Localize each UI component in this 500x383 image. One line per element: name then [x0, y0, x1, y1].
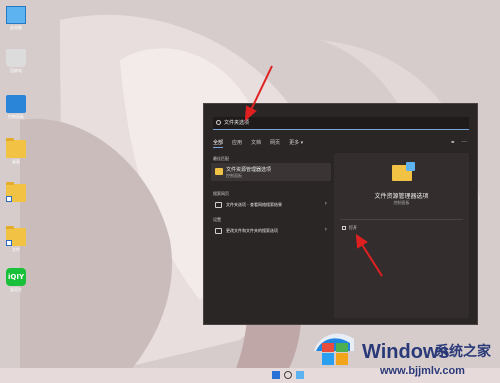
start-icon[interactable]	[272, 371, 280, 379]
watermark: Windows 系统之家 www.bjjmlv.com	[302, 321, 500, 383]
folder-options-icon	[392, 162, 415, 181]
recycle-bin-icon	[6, 49, 26, 67]
tab-all[interactable]: 全部	[213, 138, 224, 148]
iqiyi-icon: iQIY	[6, 268, 26, 286]
watermark-url: www.bjjmlv.com	[380, 365, 465, 377]
best-match-result[interactable]: 文件资源管理器选项 控制面板	[211, 163, 331, 181]
shortcut-arrow-icon	[6, 196, 12, 202]
desktop-icon-recycle-bin[interactable]: 回收站	[2, 49, 30, 73]
search-tabs: 全部 应用 文档 网页 更多 ▾	[213, 138, 303, 148]
desktop-icon-folder[interactable]: 桌面	[2, 138, 30, 164]
desktop-icon-control-panel[interactable]: 控制面板	[2, 95, 30, 119]
desktop-icon-label: 爱奇艺	[10, 287, 22, 292]
search-input[interactable]: 文件夹选项	[213, 117, 469, 130]
best-match-heading: 最佳匹配	[213, 156, 229, 161]
folder-shortcut-icon	[6, 182, 26, 202]
windows-logo-icon	[314, 333, 354, 365]
computer-icon	[6, 6, 26, 24]
desktop-icon-label: 此电脑	[10, 25, 22, 30]
result-title: 文件资源管理器选项	[226, 167, 272, 173]
open-icon	[342, 226, 346, 230]
desktop-icon-label: 桌面	[12, 159, 20, 164]
desktop-icon-label: 文件	[12, 247, 20, 252]
preview-title: 文件资源管理器选项	[374, 193, 429, 200]
chevron-right-icon: ›	[324, 200, 327, 207]
result-title: 更改文件和文件夹的搜索选项	[226, 228, 278, 233]
desktop-icon-folder-shortcut[interactable]	[2, 182, 30, 203]
search-icon	[215, 202, 222, 208]
watermark-cn: 系统之家	[435, 344, 491, 360]
web-search-result[interactable]: 文件夹选项 - 查看网络搜索结果 ›	[211, 199, 331, 211]
settings-result[interactable]: 更改文件和文件夹的搜索选项 ›	[211, 225, 331, 237]
search-tools: ⚭ ···	[450, 138, 467, 148]
desktop-icon-this-pc[interactable]: 此电脑	[2, 6, 30, 30]
open-action[interactable]: 打开	[342, 225, 357, 231]
web-search-heading: 搜索网页	[213, 191, 229, 196]
search-panel: 文件夹选项 全部 应用 文档 网页 更多 ▾ ⚭ ··· 最佳匹配 文件资源管理…	[203, 103, 478, 325]
folder-icon	[215, 168, 223, 175]
open-label: 打开	[349, 225, 357, 230]
settings-heading: 设置	[213, 217, 221, 222]
desktop-icon-label: 回收站	[10, 68, 22, 73]
preview-subtitle: 控制面板	[393, 200, 410, 205]
divider	[340, 219, 463, 220]
more-options-icon[interactable]: ···	[461, 138, 467, 148]
desktop-icon-iqiyi[interactable]: iQIY 爱奇艺	[2, 268, 30, 292]
result-subtitle: 控制面板	[226, 173, 242, 178]
folder-shortcut-icon	[6, 226, 26, 246]
search-icon[interactable]	[284, 371, 292, 379]
folder-icon	[6, 138, 26, 158]
search-icon	[216, 120, 221, 125]
share-icon[interactable]: ⚭	[450, 138, 455, 148]
control-panel-icon	[6, 95, 26, 113]
tab-apps[interactable]: 应用	[232, 138, 242, 148]
search-query: 文件夹选项	[224, 120, 250, 126]
chevron-right-icon: ›	[324, 226, 327, 233]
settings-icon	[215, 228, 222, 234]
tab-documents[interactable]: 文档	[251, 138, 261, 148]
result-preview-pane: 文件资源管理器选项 控制面板 打开	[334, 153, 469, 318]
tab-web[interactable]: 网页	[270, 138, 280, 148]
shortcut-arrow-icon	[6, 240, 12, 246]
desktop-icon-folder-shortcut-2[interactable]: 文件	[2, 226, 30, 252]
result-title: 文件夹选项 - 查看网络搜索结果	[226, 202, 282, 207]
tab-more[interactable]: 更多 ▾	[289, 138, 303, 148]
desktop-icon-label: 控制面板	[8, 114, 24, 119]
